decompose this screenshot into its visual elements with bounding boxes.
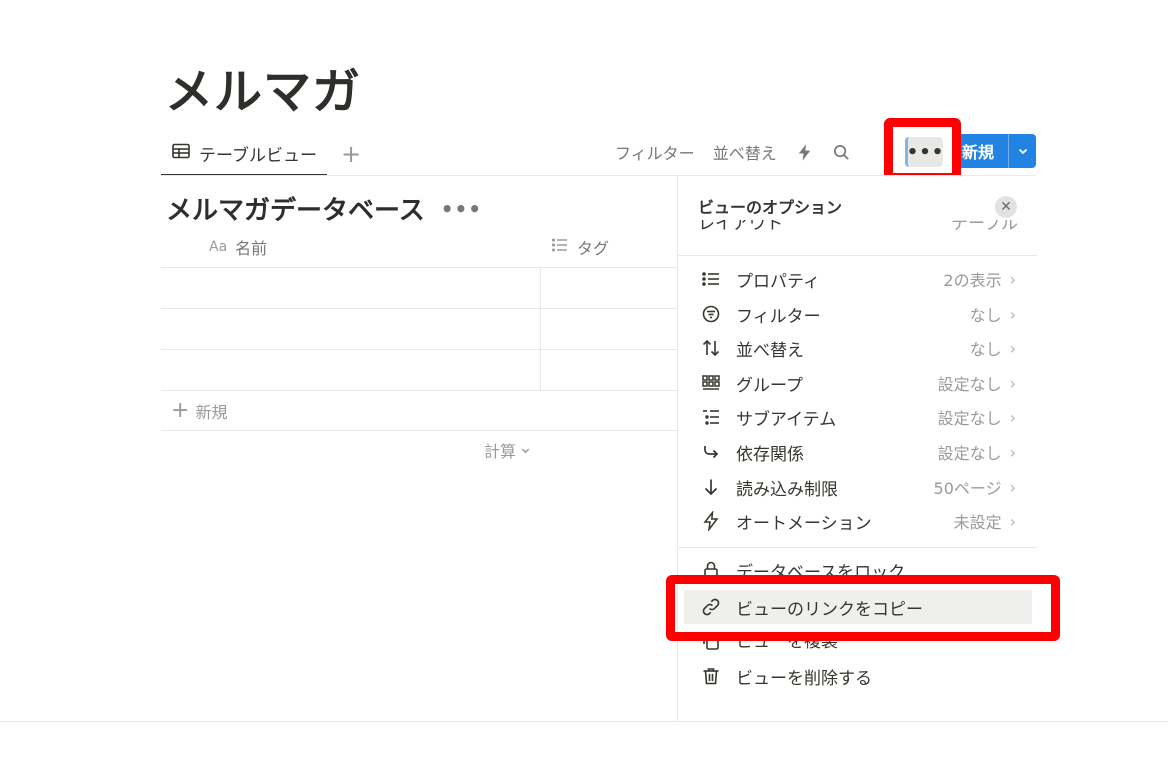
panel-option-group[interactable]: グループ 設定なし ›: [678, 366, 1037, 400]
add-row-button[interactable]: + 新規: [161, 391, 677, 431]
table-row[interactable]: [161, 350, 677, 391]
highlight-more-button: [884, 118, 961, 182]
lightning-icon: [700, 510, 722, 532]
toolbar: フィルター 並べ替え: [615, 138, 869, 166]
panel-option-filter[interactable]: フィルター なし ›: [678, 297, 1037, 331]
sub-items-icon: [700, 406, 722, 428]
panel-option-sort[interactable]: 並べ替え なし ›: [678, 331, 1037, 365]
filter-icon: [700, 303, 722, 325]
database-title: メルマガデータベース •••: [166, 190, 482, 227]
plus-icon: +: [171, 397, 190, 423]
chevron-right-icon: ›: [1009, 338, 1016, 358]
close-icon[interactable]: ✕: [995, 196, 1017, 218]
chevron-down-icon: [520, 441, 531, 460]
chevron-right-icon: ›: [1009, 269, 1016, 289]
trash-icon: [700, 665, 722, 687]
column-header-name[interactable]: Aa 名前: [161, 235, 541, 259]
chevron-right-icon: ›: [1009, 304, 1016, 324]
calculate-button[interactable]: 計算: [161, 431, 677, 469]
database-title-text[interactable]: メルマガデータベース: [166, 190, 425, 227]
list-icon: [700, 268, 722, 290]
chevron-right-icon: ›: [1009, 477, 1016, 497]
panel-title: ビューのオプション: [698, 198, 843, 217]
add-view-button[interactable]: +: [341, 142, 361, 166]
page-title: メルマガ: [165, 64, 362, 120]
new-entry-button[interactable]: 新規: [953, 134, 1036, 168]
chevron-right-icon: ›: [1009, 407, 1016, 427]
arrow-down-icon: [700, 476, 722, 498]
tab-table-view[interactable]: テーブルビュー: [161, 132, 327, 176]
panel-option-sub-items[interactable]: サブアイテム 設定なし ›: [678, 400, 1037, 434]
new-button-label: 新規: [962, 143, 995, 162]
search-icon[interactable]: [832, 143, 851, 162]
automation-lightning-icon[interactable]: [795, 143, 814, 162]
highlight-copy-link: [666, 575, 1060, 641]
sort-icon: [700, 337, 722, 359]
database-more-button[interactable]: •••: [441, 197, 482, 221]
multi-select-icon: [551, 236, 569, 258]
group-icon: [700, 372, 722, 394]
panel-option-dependencies[interactable]: 依存関係 設定なし ›: [678, 435, 1037, 469]
panel-option-load-limit[interactable]: 読み込み制限 50ページ ›: [678, 470, 1037, 504]
filter-button[interactable]: フィルター: [615, 140, 695, 164]
chevron-down-icon[interactable]: [1009, 145, 1036, 157]
tab-label: テーブルビュー: [199, 145, 317, 166]
panel-option-automation[interactable]: オートメーション 未設定 ›: [678, 504, 1037, 538]
sort-button[interactable]: 並べ替え: [713, 140, 777, 164]
table-header: Aa 名前 タグ: [161, 226, 677, 268]
chevron-right-icon: ›: [1009, 442, 1016, 462]
panel-option-properties[interactable]: プロパティ 2の表示 ›: [678, 262, 1037, 296]
table-row[interactable]: [161, 309, 677, 350]
panel-option-layout[interactable]: レイアウト テーブル: [698, 220, 1018, 238]
text-property-icon: Aa: [209, 238, 228, 255]
database-table: Aa 名前 タグ + 新規 計算: [161, 226, 677, 469]
column-header-tag[interactable]: タグ: [541, 235, 609, 259]
table-icon: [171, 141, 191, 166]
chevron-right-icon: ›: [1009, 373, 1016, 393]
panel-action-delete-view[interactable]: ビューを削除する: [678, 659, 1037, 693]
dependency-icon: [700, 441, 722, 463]
table-row[interactable]: [161, 268, 677, 309]
view-tabs: テーブルビュー +: [161, 132, 361, 176]
chevron-right-icon: ›: [1009, 511, 1016, 531]
